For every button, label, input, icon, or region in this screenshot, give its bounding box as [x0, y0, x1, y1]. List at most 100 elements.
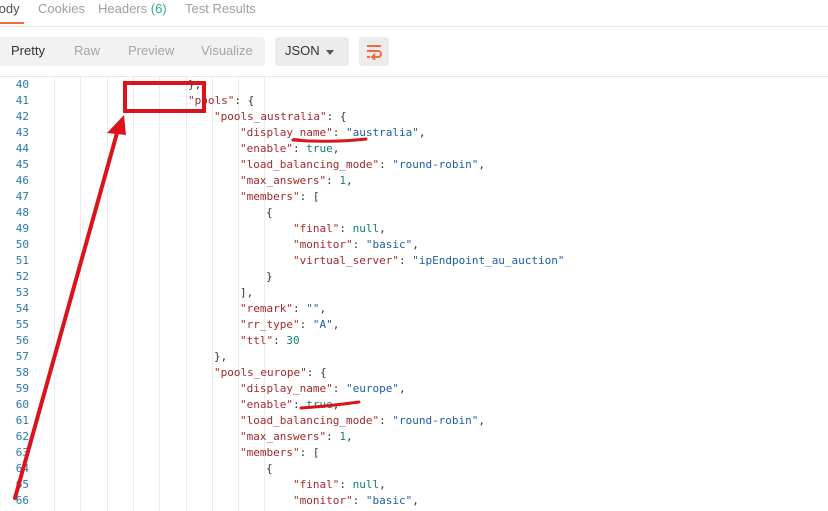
json-string: "" [306, 302, 320, 315]
json-punctuation: : [ [299, 446, 320, 459]
wrap-lines-button[interactable] [359, 37, 389, 66]
code-line: 49 "final": null, [0, 221, 828, 237]
json-punctuation: , [418, 126, 426, 139]
code-text: "members": [ [240, 189, 319, 205]
code-text: }, [214, 349, 227, 365]
json-literal: 1 [339, 430, 346, 443]
raw-button[interactable]: Raw [74, 43, 100, 58]
response-body-editor[interactable]: 40}, 41 "pools": {42 "pools_australia": {43… [0, 76, 828, 511]
json-punctuation: , [412, 494, 419, 507]
code-line: 48 { [0, 205, 828, 221]
line-number: 59 [15, 382, 29, 395]
tab-headers[interactable]: Headers (6) [98, 1, 167, 16]
code-text: "final": null, [293, 477, 386, 493]
json-punctuation: , [478, 158, 486, 171]
json-punctuation: }, [188, 78, 202, 91]
preview-button[interactable]: Preview [128, 43, 174, 58]
json-punctuation: : [292, 398, 307, 411]
line-number: 57 [15, 350, 29, 363]
format-select[interactable]: JSON [275, 37, 349, 66]
line-number: 43 [15, 126, 29, 139]
line-number: 54 [15, 302, 29, 315]
json-punctuation: : [292, 302, 307, 315]
pretty-button[interactable]: Pretty [11, 43, 45, 58]
json-punctuation: , [412, 238, 419, 251]
tab-headers-label: Headers [98, 1, 148, 16]
line-number: 40 [15, 78, 29, 91]
json-string: "A" [312, 318, 333, 331]
code-text: "remark": "", [240, 301, 326, 317]
json-string: "ipEndpoint_au_auction" [412, 254, 565, 267]
code-line: 58 "pools_europe": { [0, 365, 828, 381]
json-punctuation: { [266, 206, 273, 219]
code-line: 44 "enable": true, [0, 141, 828, 157]
json-punctuation: : [332, 382, 346, 395]
code-text: ], [240, 285, 253, 301]
json-string: "basic" [365, 494, 413, 507]
json-punctuation: , [332, 318, 340, 331]
json-punctuation: : [326, 430, 340, 443]
line-number: 46 [15, 174, 29, 187]
json-key: "pools" [188, 94, 235, 107]
line-number: 41 [15, 94, 29, 107]
code-line: 64 { [0, 461, 828, 477]
code-text: { [266, 461, 273, 477]
line-number: 61 [15, 414, 29, 427]
json-string: "australia" [345, 126, 419, 139]
code-text: "final": null, [293, 221, 386, 237]
line-number: 52 [15, 270, 29, 283]
json-key: "max_answers" [240, 174, 327, 187]
json-punctuation: : { [326, 110, 347, 123]
code-line: 59 "display_name": "europe", [0, 381, 828, 397]
json-punctuation: : [352, 494, 366, 507]
json-string: "europe" [345, 382, 399, 395]
json-literal: null [352, 478, 380, 491]
json-punctuation: : { [306, 366, 327, 379]
code-text: "virtual_server": "ipEndpoint_au_auction… [293, 253, 565, 269]
visualize-button[interactable]: Visualize [201, 43, 253, 58]
tab-cookies[interactable]: Cookies [38, 1, 85, 16]
json-punctuation: : [352, 238, 366, 251]
json-key: "ttl" [240, 334, 274, 347]
json-key: "pools_europe" [214, 366, 307, 379]
json-literal: 30 [286, 334, 300, 347]
wrap-lines-icon [367, 45, 382, 60]
json-key: "monitor" [293, 238, 353, 251]
json-key: "rr_type" [240, 318, 300, 331]
tab-test-results[interactable]: Test Results [185, 1, 256, 16]
code-text: "load_balancing_mode": "round-robin", [240, 157, 485, 173]
json-punctuation: } [266, 270, 273, 283]
json-punctuation: , [345, 174, 353, 187]
json-punctuation: , [332, 398, 340, 411]
json-punctuation: : [339, 222, 353, 235]
json-string: "round-robin" [392, 158, 479, 171]
json-punctuation: , [379, 222, 386, 235]
line-number: 66 [15, 494, 29, 507]
line-number: 64 [15, 462, 29, 475]
code-line: 62 "max_answers": 1, [0, 429, 828, 445]
code-line: 56 "ttl": 30 [0, 333, 828, 349]
json-literal: 1 [339, 174, 346, 187]
json-literal: true [306, 398, 333, 411]
format-select-value: JSON [285, 43, 320, 58]
code-line: 45 "load_balancing_mode": "round-robin", [0, 157, 828, 173]
tab-body[interactable]: Body [0, 1, 20, 16]
line-number: 48 [15, 206, 29, 219]
json-key: "monitor" [293, 494, 353, 507]
json-punctuation: : [398, 254, 413, 267]
json-string: "round-robin" [392, 414, 479, 427]
code-text: "pools": { [188, 93, 254, 109]
line-number: 53 [15, 286, 29, 299]
line-number: 45 [15, 158, 29, 171]
line-number: 63 [15, 446, 29, 459]
code-text: "members": [ [240, 445, 319, 461]
json-key: "load_balancing_mode" [240, 158, 380, 171]
code-text: "enable": true, [240, 397, 339, 413]
code-line: 42 "pools_australia": { [0, 109, 828, 125]
code-line: 51 "virtual_server": "ipEndpoint_au_aucti… [0, 253, 828, 269]
code-text: "display_name": "australia", [240, 125, 425, 141]
json-key: "display_name" [240, 126, 333, 139]
line-number: 56 [15, 334, 29, 347]
code-text: "monitor": "basic", [293, 237, 419, 253]
json-punctuation: , [319, 302, 327, 315]
